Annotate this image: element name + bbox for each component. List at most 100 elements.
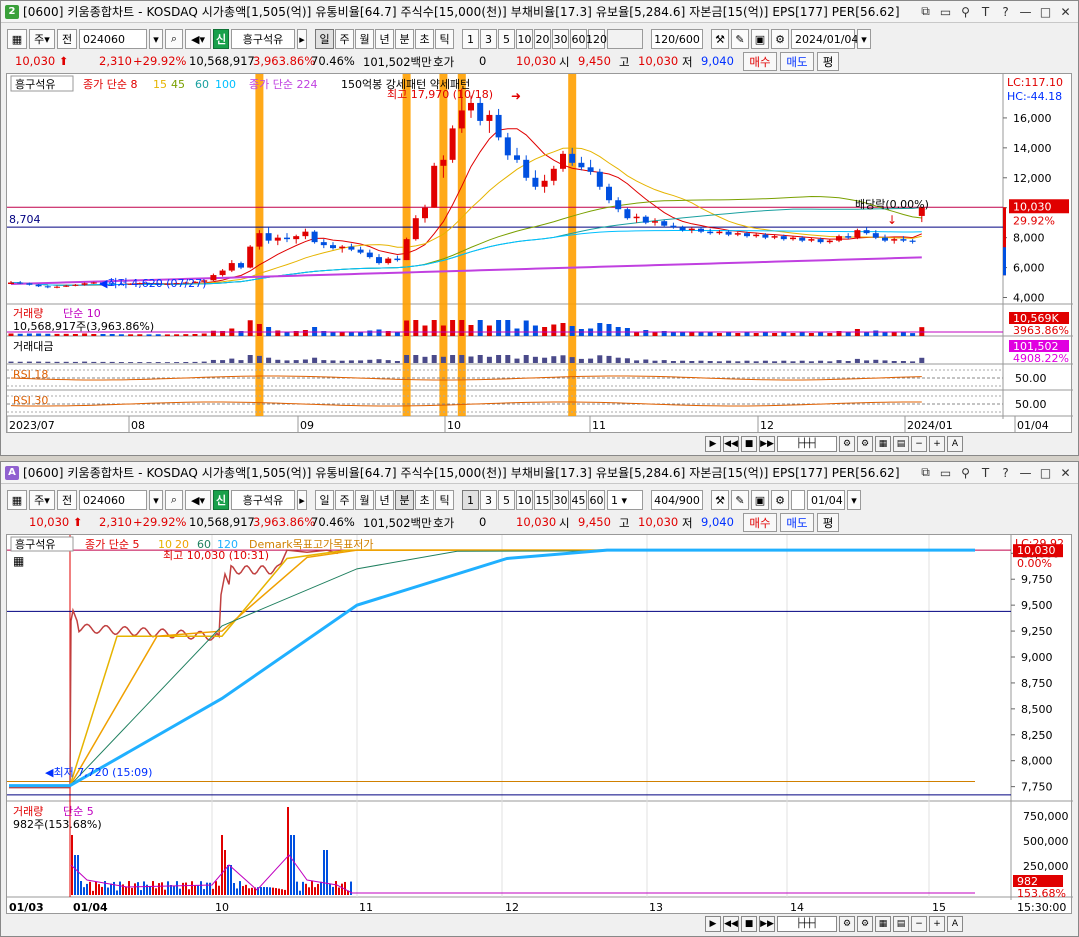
period-button-2[interactable]: 5: [498, 490, 515, 510]
help-icon[interactable]: ?: [997, 464, 1014, 481]
period-button-7[interactable]: 60: [588, 490, 605, 510]
bar-count[interactable]: 120/600: [651, 29, 703, 49]
minute-chart-area[interactable]: 10,0009,7509,5009,2509,0008,7508,5008,25…: [6, 534, 1073, 915]
save-icon[interactable]: ▣: [751, 490, 769, 510]
auto-scale-button[interactable]: A: [947, 916, 963, 932]
zoom-out-button[interactable]: −: [911, 916, 927, 932]
zoom-in-button[interactable]: +: [929, 436, 945, 452]
sell-button[interactable]: 매도: [780, 52, 814, 71]
minimize-icon[interactable]: ▭: [937, 3, 954, 20]
calendar-icon[interactable]: ▾: [847, 490, 861, 510]
timeframe-tab-1[interactable]: 주: [335, 490, 354, 510]
period-button-3[interactable]: 10: [516, 29, 533, 49]
period-button-6[interactable]: 45: [570, 490, 587, 510]
scroll-rewind-icon[interactable]: ◀◀: [723, 916, 739, 932]
scroll-play-icon[interactable]: ▶: [705, 436, 721, 452]
buy-button[interactable]: 매수: [743, 52, 777, 71]
scroll-rewind-icon[interactable]: ◀◀: [723, 436, 739, 452]
timeframe-tab-6[interactable]: 틱: [435, 490, 454, 510]
period-button-1[interactable]: 3: [480, 29, 497, 49]
minimize-icon[interactable]: ▭: [937, 464, 954, 481]
speaker-icon[interactable]: ◀▾: [185, 29, 211, 49]
stock-type-select[interactable]: 주 ▾: [29, 29, 55, 49]
window-titlebar[interactable]: 2 [0600] 키움종합차트 - KOSDAQ 시가총액[1,505(억)] …: [1, 1, 1078, 23]
timeframe-tab-4[interactable]: 분: [395, 29, 414, 49]
period-button-7[interactable]: 120: [586, 29, 607, 49]
grid-menu-icon[interactable]: ▦: [7, 29, 27, 49]
dropdown-icon[interactable]: ▾: [149, 490, 163, 510]
prev-button[interactable]: 전: [57, 490, 77, 510]
draw-icon[interactable]: ✎: [731, 29, 749, 49]
scroll-forward-icon[interactable]: ▶▶: [759, 436, 775, 452]
timeframe-tab-3[interactable]: 년: [375, 490, 394, 510]
period-button-0[interactable]: 1: [462, 29, 479, 49]
period-button-5[interactable]: 30: [552, 490, 569, 510]
window-titlebar[interactable]: A [0600] 키움종합차트 - KOSDAQ 시가총액[1,505(억)] …: [1, 462, 1078, 484]
grid-menu-icon[interactable]: ▦: [7, 490, 27, 510]
zoom-out-button[interactable]: −: [911, 436, 927, 452]
eval-button[interactable]: 평: [817, 513, 839, 532]
maximize-button[interactable]: □: [1037, 464, 1054, 481]
zoom-slider[interactable]: ├┼┼┤: [777, 436, 837, 452]
search-icon[interactable]: ⌕: [165, 29, 183, 49]
scroll-play-icon[interactable]: ▶: [705, 916, 721, 932]
stock-menu-icon[interactable]: ▸: [297, 29, 307, 49]
search-icon[interactable]: ⌕: [165, 490, 183, 510]
timeframe-tab-5[interactable]: 초: [415, 29, 434, 49]
dropdown-icon[interactable]: ▾: [149, 29, 163, 49]
tools-icon[interactable]: ⚒: [711, 29, 729, 49]
timeframe-tab-6[interactable]: 틱: [435, 29, 454, 49]
text-icon[interactable]: T: [977, 3, 994, 20]
zoom-in-button[interactable]: +: [929, 916, 945, 932]
scroll-stop-icon[interactable]: ■: [741, 436, 757, 452]
daily-chart-area[interactable]: 16,00014,00012,00010,0008,0006,0004,0008…: [6, 73, 1073, 434]
maximize-button[interactable]: □: [1037, 3, 1054, 20]
minimize-button[interactable]: —: [1017, 464, 1034, 481]
chart-tool-c-icon[interactable]: ▦: [875, 916, 891, 932]
period-button-4[interactable]: 20: [534, 29, 551, 49]
minimize-button[interactable]: —: [1017, 3, 1034, 20]
timeframe-tab-2[interactable]: 월: [355, 29, 374, 49]
prev-button[interactable]: 전: [57, 29, 77, 49]
pin-icon[interactable]: ⚲: [957, 464, 974, 481]
minute-chart-svg[interactable]: 10,0009,7509,5009,2509,0008,7508,5008,25…: [7, 535, 1073, 915]
text-icon[interactable]: T: [977, 464, 994, 481]
timeframe-tab-5[interactable]: 초: [415, 490, 434, 510]
timeframe-tab-3[interactable]: 년: [375, 29, 394, 49]
eval-button[interactable]: 평: [817, 52, 839, 71]
gear-icon[interactable]: ⚙: [771, 490, 789, 510]
date-input[interactable]: 01/04: [807, 490, 845, 510]
date-checkbox[interactable]: [791, 490, 805, 510]
period-button-1[interactable]: 3: [480, 490, 497, 510]
period-button-5[interactable]: 30: [552, 29, 569, 49]
chart-tool-d-icon[interactable]: ▤: [893, 916, 909, 932]
close-button[interactable]: ✕: [1057, 3, 1074, 20]
speaker-icon[interactable]: ◀▾: [185, 490, 211, 510]
zoom-slider[interactable]: ├┼┼┤: [777, 916, 837, 932]
period-button-6[interactable]: 60: [570, 29, 587, 49]
sell-button[interactable]: 매도: [780, 513, 814, 532]
date-input[interactable]: 2024/01/04: [791, 29, 858, 49]
timeframe-tab-4[interactable]: 분: [395, 490, 414, 510]
buy-button[interactable]: 매수: [743, 513, 777, 532]
help-icon[interactable]: ?: [997, 3, 1014, 20]
chart-tool-a-icon[interactable]: ⚙: [839, 916, 855, 932]
close-button[interactable]: ✕: [1057, 464, 1074, 481]
timeframe-tab-2[interactable]: 월: [355, 490, 374, 510]
restore-icon[interactable]: ⧉: [917, 3, 934, 20]
draw-icon[interactable]: ✎: [731, 490, 749, 510]
period-button-0[interactable]: 1: [462, 490, 479, 510]
auto-scale-button[interactable]: A: [947, 436, 963, 452]
chart-tool-b-icon[interactable]: ⚙: [857, 916, 873, 932]
bar-count[interactable]: 404/900: [651, 490, 703, 510]
stock-code-input[interactable]: 024060: [79, 29, 147, 49]
daily-chart-svg[interactable]: 16,00014,00012,00010,0008,0006,0004,0008…: [6, 74, 1073, 434]
pin-icon[interactable]: ⚲: [957, 3, 974, 20]
period-button-4[interactable]: 15: [534, 490, 551, 510]
period-button-3[interactable]: 10: [516, 490, 533, 510]
chart-tool-d-icon[interactable]: ▤: [893, 436, 909, 452]
scroll-stop-icon[interactable]: ■: [741, 916, 757, 932]
period-input[interactable]: [607, 29, 643, 49]
period-button-2[interactable]: 5: [498, 29, 515, 49]
scroll-forward-icon[interactable]: ▶▶: [759, 916, 775, 932]
